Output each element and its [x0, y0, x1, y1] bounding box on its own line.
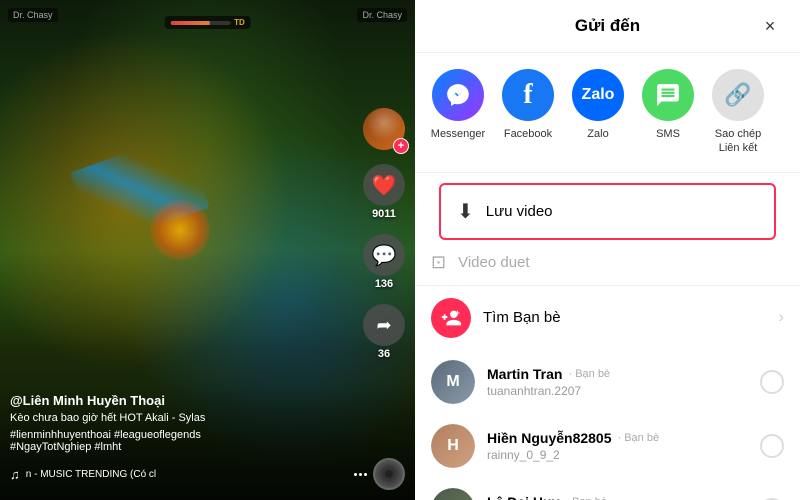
- find-friends-button[interactable]: + Tìm Bạn bè ›: [415, 285, 800, 350]
- panel-header: Gửi đến ×: [415, 0, 800, 53]
- friend-badge: · Bạn bè: [568, 368, 610, 380]
- copy-link-label: Sao chép Liên kết: [715, 127, 761, 156]
- like-icon[interactable]: ❤️: [363, 164, 405, 206]
- zalo-icon: Zalo: [572, 69, 624, 121]
- messenger-label: Messenger: [431, 127, 485, 141]
- close-button[interactable]: ×: [756, 12, 784, 40]
- facebook-label: Facebook: [504, 127, 552, 141]
- top-hud: Dr. Chasy TD Dr. Chasy: [0, 8, 415, 22]
- hud-score-bar: TD: [164, 16, 251, 29]
- more-dots[interactable]: [354, 473, 367, 476]
- follow-badge: +: [393, 138, 409, 154]
- avatar-circle[interactable]: +: [363, 108, 405, 150]
- like-button[interactable]: ❤️ 9011: [363, 164, 405, 220]
- video-title: Kèo chưa bao giờ hết HOT Akali - Sylas: [10, 411, 405, 426]
- friend-avatar: M: [431, 360, 475, 404]
- share-icons-row: Messenger f Facebook Zalo Zalo SMS 🔗 Sao…: [415, 53, 800, 173]
- music-bar: ♫ n - MUSIC TRENDING (Có cl: [10, 458, 405, 490]
- hud-score: TD: [234, 18, 245, 27]
- friend-avatar: H: [431, 424, 475, 468]
- find-friends-icon: +: [431, 298, 471, 338]
- duet-icon: ⊡: [431, 252, 446, 273]
- friend-name: Hiền Nguyễn82805: [487, 430, 612, 446]
- copy-link-icon: 🔗: [712, 69, 764, 121]
- friends-list: M Martin Tran · Bạn bè tuananhtran.2207 …: [415, 350, 800, 500]
- music-note-icon: ♫: [10, 467, 20, 482]
- panel-title: Gửi đến: [575, 16, 640, 36]
- share-zalo[interactable]: Zalo Zalo: [563, 69, 633, 156]
- save-icon: ⬇: [457, 199, 474, 224]
- friend-name-row: Hiền Nguyễn82805 · Bạn bè: [487, 430, 748, 446]
- friend-info: Martin Tran · Bạn bè tuananhtran.2207: [487, 366, 748, 398]
- friend-select-toggle[interactable]: [760, 434, 784, 458]
- hud-name-left: Dr. Chasy: [8, 8, 58, 22]
- friend-name: Lê Đại Huy: [487, 494, 559, 500]
- fire-effect: [150, 200, 210, 260]
- messenger-icon: [432, 69, 484, 121]
- share-copy-link[interactable]: 🔗 Sao chép Liên kết: [703, 69, 773, 156]
- like-count: 9011: [372, 208, 396, 220]
- user-avatar-action[interactable]: +: [363, 108, 405, 150]
- chevron-right-icon: ›: [779, 309, 784, 327]
- friend-item[interactable]: H Hiền Nguyễn82805 · Bạn bè rainny_0_9_2: [415, 414, 800, 478]
- friend-name-row: Lê Đại Huy · Bạn bè: [487, 494, 748, 500]
- video-hashtags: #lienminhhuyenthoai #leagueoflegends #Ng…: [10, 429, 405, 453]
- sms-label: SMS: [656, 127, 680, 141]
- facebook-icon: f: [502, 69, 554, 121]
- video-container: Dr. Chasy TD Dr. Chasy + ❤️ 9011 💬: [0, 0, 415, 500]
- friend-name-row: Martin Tran · Bạn bè: [487, 366, 748, 382]
- friend-badge: · Bạn bè: [618, 432, 660, 444]
- save-video-label: Lưu video: [486, 203, 553, 220]
- friend-item[interactable]: M Martin Tran · Bạn bè tuananhtran.2207: [415, 350, 800, 414]
- find-friends-label: Tìm Bạn bè: [483, 309, 767, 326]
- music-disc-inner: [385, 470, 393, 478]
- friend-username: tuananhtran.2207: [487, 384, 748, 398]
- friend-name: Martin Tran: [487, 366, 562, 382]
- sms-icon: [642, 69, 694, 121]
- video-duet-button[interactable]: ⊡ Video duet: [415, 240, 800, 285]
- share-sms[interactable]: SMS: [633, 69, 703, 156]
- friend-username: rainny_0_9_2: [487, 448, 748, 462]
- video-actions: + ❤️ 9011 💬 136 ➦ 36: [363, 108, 405, 360]
- share-messenger[interactable]: Messenger: [423, 69, 493, 156]
- share-panel: Gửi đến × Messenger f Facebook Zalo Zalo: [415, 0, 800, 500]
- music-disc: [373, 458, 405, 490]
- svg-text:+: +: [455, 308, 460, 318]
- friend-item[interactable]: L Lê Đại Huy · Bạn bè huymiaoo: [415, 478, 800, 500]
- save-video-button[interactable]: ⬇ Lưu video: [439, 183, 776, 240]
- comment-count: 136: [375, 278, 393, 290]
- friend-info: Lê Đại Huy · Bạn bè huymiaoo: [487, 494, 748, 500]
- music-text: n - MUSIC TRENDING (Có cl: [26, 469, 344, 480]
- share-icon[interactable]: ➦: [363, 304, 405, 346]
- comment-icon[interactable]: 💬: [363, 234, 405, 276]
- share-facebook[interactable]: f Facebook: [493, 69, 563, 156]
- friend-select-toggle[interactable]: [760, 370, 784, 394]
- friend-badge: · Bạn bè: [565, 496, 607, 500]
- zalo-label: Zalo: [587, 127, 608, 141]
- comment-button[interactable]: 💬 136: [363, 234, 405, 290]
- share-count: 36: [378, 348, 390, 360]
- friend-info: Hiền Nguyễn82805 · Bạn bè rainny_0_9_2: [487, 430, 748, 462]
- video-duet-label: Video duet: [458, 254, 529, 271]
- friend-avatar: L: [431, 488, 475, 500]
- share-button[interactable]: ➦ 36: [363, 304, 405, 360]
- video-bottom-info: @Liên Minh Huyền Thoại Kèo chưa bao giờ …: [0, 385, 415, 500]
- video-username: @Liên Minh Huyền Thoại: [10, 393, 405, 408]
- hud-name-right: Dr. Chasy: [357, 8, 407, 22]
